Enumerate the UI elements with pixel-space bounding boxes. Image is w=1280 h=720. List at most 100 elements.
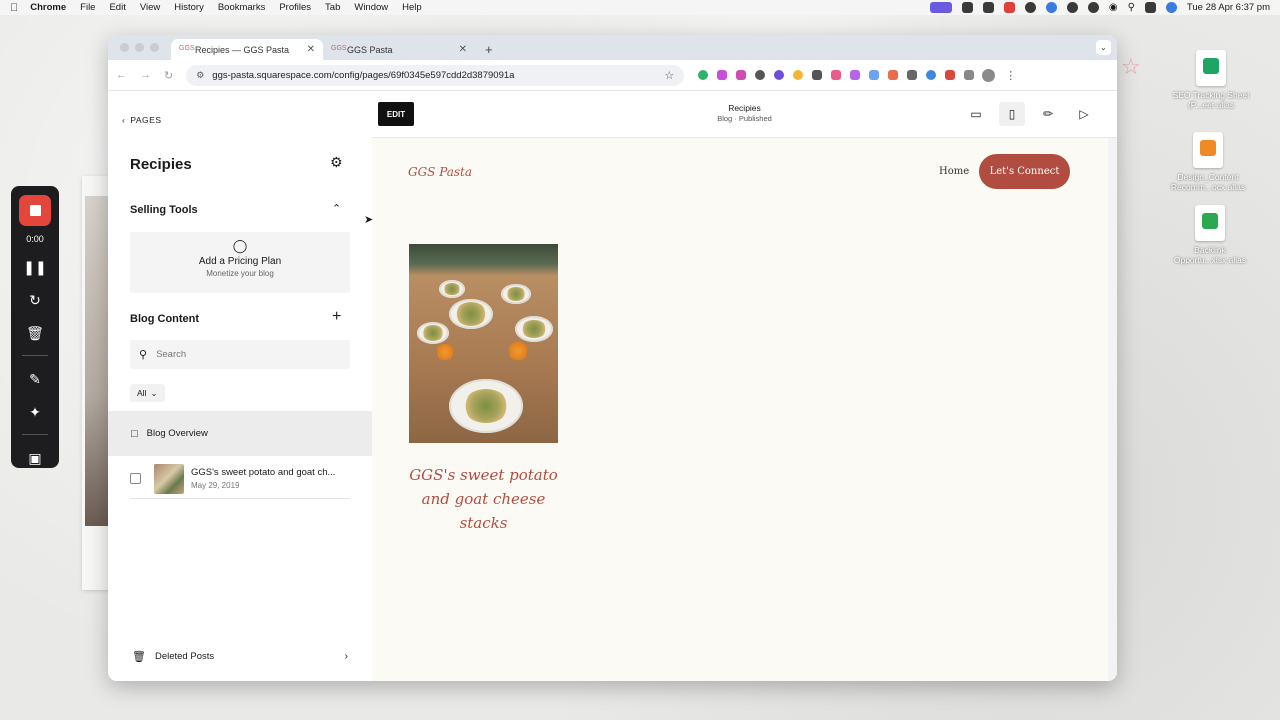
extensions-puzzle-icon[interactable] [964, 70, 975, 80]
image-plate [449, 299, 493, 329]
list-item[interactable]: GGS's sweet potato and goat ch... May 29… [130, 459, 350, 499]
desktop-view-icon[interactable]: ▭ [963, 102, 989, 126]
site-styles-brush-icon[interactable]: ✏ [1035, 102, 1061, 126]
minimize-window-button[interactable] [135, 43, 144, 52]
blog-overview-item[interactable]: □ Blog Overview [108, 411, 372, 456]
siri-icon[interactable] [1165, 2, 1177, 13]
profile-avatar[interactable] [982, 68, 996, 82]
add-post-plus-icon[interactable]: + [332, 308, 341, 326]
menu-history[interactable]: History [174, 2, 204, 13]
image-glass [437, 344, 453, 360]
extension-icon[interactable] [736, 70, 747, 80]
tab-ggs-pasta[interactable]: GGS GGS Pasta ✕ [323, 39, 475, 60]
extension-icon[interactable] [907, 70, 918, 80]
effects-icon[interactable]: ✦ [25, 403, 45, 422]
status-app-icon[interactable] [1003, 2, 1015, 13]
wifi-icon[interactable]: ◉ [1109, 2, 1118, 13]
desktop-file-seo-tracking[interactable]: SEO Tracking Sheet (P...eet alias [1171, 50, 1251, 110]
close-tab-icon[interactable]: ✕ [307, 44, 315, 55]
chevron-up-icon[interactable]: ⌃ [332, 202, 341, 215]
recording-timer: 0:00 [26, 233, 44, 244]
close-tab-icon[interactable]: ✕ [459, 44, 467, 55]
apple-icon[interactable]:  [10, 2, 18, 14]
extension-icon[interactable] [717, 70, 728, 80]
close-window-button[interactable] [120, 43, 129, 52]
menu-window[interactable]: Window [354, 2, 388, 13]
search-icon[interactable]: ⚲ [1128, 2, 1135, 13]
post-card-title[interactable]: GGS's sweet potato and goat cheese stack… [409, 463, 558, 535]
menu-help[interactable]: Help [402, 2, 422, 13]
status-app-icon[interactable] [1066, 2, 1078, 13]
toolbar-divider [22, 433, 48, 435]
site-logo[interactable]: GGS Pasta [408, 165, 472, 179]
page-settings-gear-icon[interactable]: ⚙ [330, 154, 343, 171]
lets-connect-button[interactable]: Let's Connect [979, 154, 1070, 189]
pause-icon[interactable]: ❚❚ [23, 258, 46, 277]
extension-icon[interactable] [926, 70, 937, 80]
desktop-file-label: SEO Tracking Sheet (P...eet alias [1172, 90, 1250, 110]
selling-tools-heading[interactable]: Selling Tools [130, 204, 198, 216]
extension-icon[interactable] [774, 70, 785, 80]
site-info-icon[interactable]: ⚙ [196, 70, 204, 81]
more-menu-icon[interactable]: ⋮ [1005, 69, 1016, 82]
forward-arrow-icon[interactable]: → [140, 69, 151, 81]
menu-edit[interactable]: Edit [109, 2, 125, 13]
status-app-icon[interactable] [961, 2, 973, 13]
site-nav-home[interactable]: Home [939, 166, 969, 177]
blog-overview-label: Blog Overview [146, 428, 208, 439]
menu-profiles[interactable]: Profiles [279, 2, 311, 13]
search-input[interactable] [156, 349, 327, 360]
draw-icon[interactable]: ✎ [25, 370, 45, 389]
address-bar[interactable]: ⚙ ggs-pasta.squarespace.com/config/pages… [186, 64, 685, 86]
back-to-pages-button[interactable]: ‹ PAGES [122, 115, 162, 125]
post-checkbox[interactable] [130, 473, 141, 484]
maximize-window-button[interactable] [150, 43, 159, 52]
mobile-view-icon[interactable]: ▯ [999, 102, 1025, 126]
menu-app-name[interactable]: Chrome [30, 2, 66, 13]
extension-icon[interactable] [698, 70, 709, 80]
reload-icon[interactable]: ↻ [164, 69, 173, 82]
menu-view[interactable]: View [140, 2, 160, 13]
menu-bookmarks[interactable]: Bookmarks [218, 2, 266, 13]
desktop-file-design-content[interactable]: Design_Content Recomm...ocx alias [1168, 132, 1248, 192]
add-pricing-plan-card[interactable]: ◯ Add a Pricing Plan Monetize your blog [130, 232, 350, 293]
extension-icon[interactable] [888, 70, 899, 80]
extension-icon[interactable] [793, 70, 804, 80]
status-app-icon[interactable] [1024, 2, 1036, 13]
pricing-card-title: Add a Pricing Plan [198, 256, 282, 267]
status-app-icon[interactable] [982, 2, 994, 13]
preview-play-icon[interactable]: ▷ [1071, 102, 1097, 126]
extension-icon[interactable] [831, 70, 842, 80]
bookmark-star-icon[interactable]: ☆ [664, 69, 674, 82]
back-arrow-icon[interactable]: ← [116, 69, 127, 81]
filter-dropdown[interactable]: All ⌄ [130, 384, 165, 402]
extension-icon[interactable] [869, 70, 880, 80]
extension-icon[interactable] [945, 70, 956, 80]
menu-tab[interactable]: Tab [325, 2, 340, 13]
menu-file[interactable]: File [80, 2, 95, 13]
new-tab-button[interactable]: + [475, 42, 503, 60]
menubar-clock[interactable]: Tue 28 Apr 6:37 pm [1187, 2, 1270, 13]
camera-icon[interactable]: ▣ [25, 449, 45, 468]
zoom-icon[interactable] [1045, 2, 1057, 13]
control-center-icon[interactable] [1144, 2, 1156, 13]
search-field[interactable]: ⚲ [130, 340, 350, 369]
trash-icon[interactable]: 🗑 [25, 324, 45, 343]
screen-record-icon[interactable] [929, 2, 952, 13]
browser-toolbar: ← → ↻ ⚙ ggs-pasta.squarespace.com/config… [108, 60, 1117, 91]
extension-icon[interactable] [812, 70, 823, 80]
tab-recipies[interactable]: GGS Recipies — GGS Pasta ✕ [171, 39, 323, 60]
image-glass [509, 342, 527, 360]
restart-icon[interactable]: ↻ [25, 291, 45, 310]
squarespace-editor: ‹ PAGES Recipies ⚙ Selling Tools ⌃ ◯ Add… [108, 92, 1117, 681]
play-status-icon[interactable] [1087, 2, 1099, 13]
extension-icon[interactable] [850, 70, 861, 80]
stop-recording-button[interactable] [19, 195, 51, 226]
extension-icon[interactable] [755, 70, 766, 80]
image-food [463, 389, 509, 423]
deleted-posts-label: Deleted Posts [154, 651, 215, 662]
post-featured-image[interactable] [409, 244, 558, 443]
deleted-posts-item[interactable]: 🗑 Deleted Posts › [132, 650, 348, 663]
desktop-file-backlink[interactable]: Backlink Opportu...xlsx alias [1170, 205, 1250, 265]
tab-search-chevron-icon[interactable]: ⌄ [1096, 40, 1111, 55]
